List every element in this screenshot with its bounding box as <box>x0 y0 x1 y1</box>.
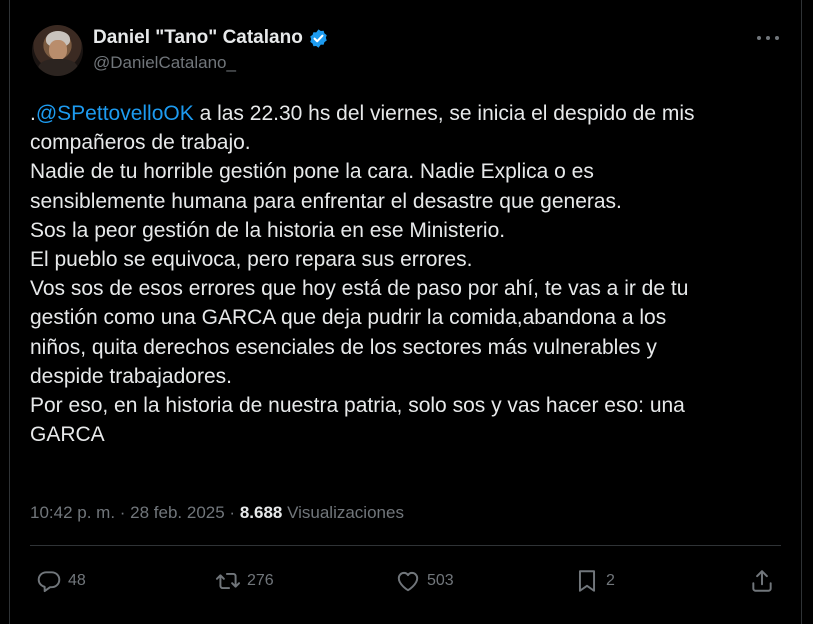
more-dot <box>766 36 770 40</box>
mention-link[interactable]: @SPettovelloOK <box>36 102 194 125</box>
avatar-body <box>38 59 78 76</box>
bookmark-button[interactable]: 2 <box>574 568 615 594</box>
heart-icon <box>397 571 419 592</box>
tweet-date[interactable]: 28 feb. 2025 <box>130 503 225 522</box>
views-label: Visualizaciones <box>282 503 404 522</box>
tweet-meta: 10:42 p. m. · 28 feb. 2025 · 8.688 Visua… <box>30 503 404 523</box>
views-count: 8.688 <box>239 503 283 522</box>
verified-badge-icon <box>308 28 329 49</box>
tweet-line: Nadie de tu horrible gestión pone la car… <box>30 160 594 184</box>
reply-button[interactable]: 48 <box>36 568 86 594</box>
like-count: 503 <box>427 572 454 589</box>
more-dot <box>757 36 761 40</box>
avatar[interactable] <box>32 25 83 76</box>
tweet-text: .@SPettovelloOK a las 22.30 hs del viern… <box>30 99 782 449</box>
tweet-line: compañeros de trabajo. <box>30 131 251 155</box>
tweet-line-1: .@SPettovelloOK a las 22.30 hs del viern… <box>30 99 782 128</box>
meta-separator: · <box>115 503 131 522</box>
tweet-time[interactable]: 10:42 p. m. <box>30 503 115 522</box>
tweet-line: Por eso, en la historia de nuestra patri… <box>30 394 685 418</box>
repost-button[interactable]: 276 <box>215 568 274 594</box>
reply-bubble-icon <box>37 571 61 593</box>
bookmark-count: 2 <box>606 572 615 589</box>
bookmark-icon <box>578 570 596 592</box>
tweet-card: Daniel "Tano" Catalano @DanielCatalano_ … <box>9 0 802 624</box>
reply-count: 48 <box>68 572 86 589</box>
avatar-face <box>49 40 67 60</box>
tweet-line: El pueblo se equivoca, pero repara sus e… <box>30 248 473 272</box>
share-upload-icon <box>752 570 772 592</box>
tweet-line: gestión como una GARCA que deja pudrir l… <box>30 306 667 330</box>
tweet-line: niños, quita derechos esenciales de los … <box>30 335 657 359</box>
author-handle[interactable]: @DanielCatalano_ <box>93 53 236 73</box>
share-button[interactable] <box>749 568 775 594</box>
more-dot <box>775 36 779 40</box>
tweet-line: sensiblemente humana para enfrentar el d… <box>30 189 622 213</box>
tweet-line: Sos la peor gestión de la historia en es… <box>30 218 506 242</box>
tweet-line: despide trabajadores. <box>30 364 232 388</box>
meta-separator: · <box>224 503 240 522</box>
divider <box>30 545 781 546</box>
like-button[interactable]: 503 <box>395 568 454 594</box>
repost-count: 276 <box>247 572 274 589</box>
repost-arrows-icon <box>215 572 241 590</box>
author-display-name[interactable]: Daniel "Tano" Catalano <box>93 27 303 49</box>
more-horizontal-icon[interactable] <box>757 28 779 48</box>
author-name-row: Daniel "Tano" Catalano <box>93 27 329 49</box>
tweet-line: Vos sos de esos errores que hoy está de … <box>30 277 689 301</box>
tweet-line: GARCA <box>30 423 105 447</box>
tweet-line-text: a las 22.30 hs del viernes, se inicia el… <box>193 102 695 125</box>
